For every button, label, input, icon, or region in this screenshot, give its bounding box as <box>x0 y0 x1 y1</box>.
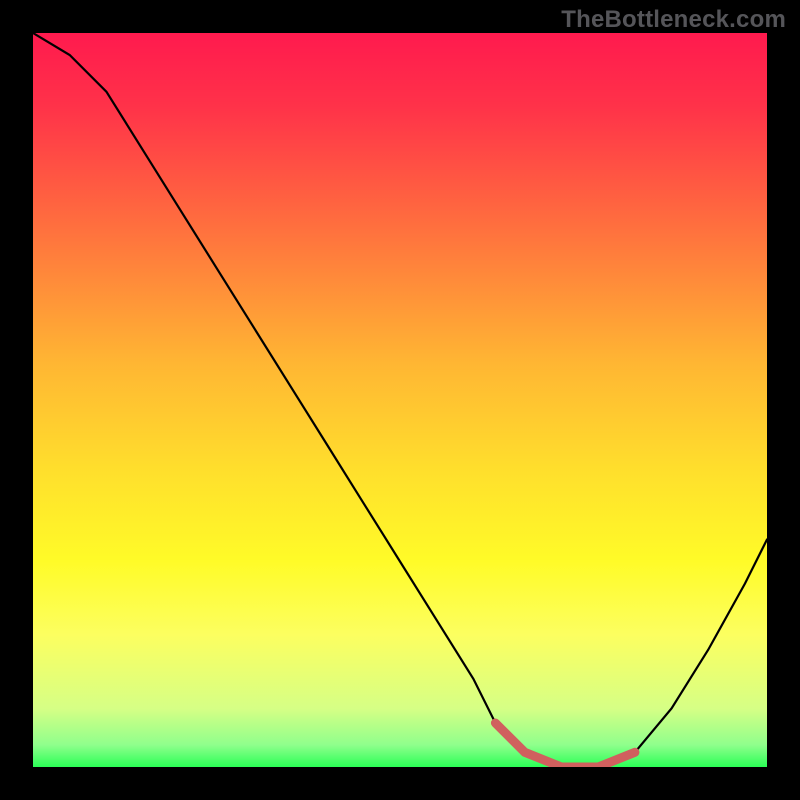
chart-svg <box>33 33 767 767</box>
plot-area <box>33 33 767 767</box>
watermark-text: TheBottleneck.com <box>561 6 786 34</box>
chart-frame: TheBottleneck.com <box>0 0 800 800</box>
gradient-background <box>33 33 767 767</box>
